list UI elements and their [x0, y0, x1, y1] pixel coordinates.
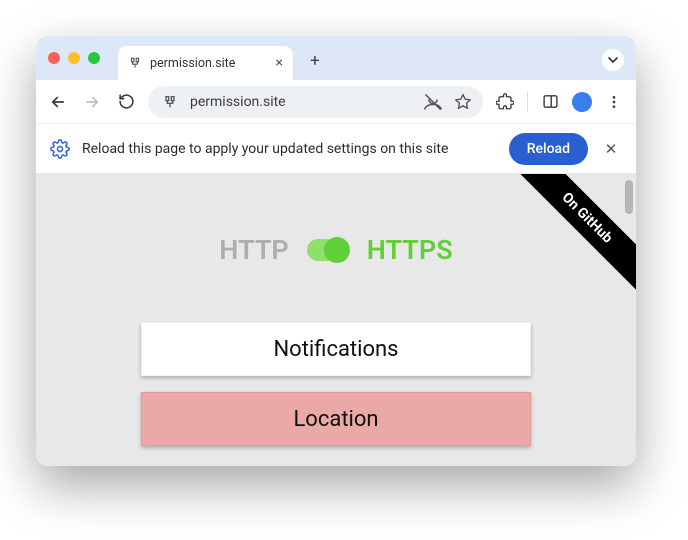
protocol-toggle: HTTP HTTPS	[36, 234, 636, 266]
titlebar: permission.site × +	[36, 36, 636, 80]
back-button[interactable]	[46, 90, 70, 114]
forward-button[interactable]	[80, 90, 104, 114]
browser-tab[interactable]: permission.site ×	[118, 46, 293, 80]
tab-title: permission.site	[150, 56, 235, 71]
profile-button[interactable]	[572, 92, 592, 112]
infobar-close-icon[interactable]: ✕	[600, 140, 622, 158]
window-controls	[48, 52, 100, 64]
menu-icon[interactable]	[602, 90, 626, 114]
toolbar: permission.site	[36, 80, 636, 124]
browser-window: permission.site × + permission.site	[36, 36, 636, 466]
bookmark-icon[interactable]	[451, 90, 475, 114]
infobar-reload-button[interactable]: Reload	[509, 133, 588, 165]
https-label: HTTPS	[367, 234, 453, 266]
address-bar[interactable]: permission.site	[148, 86, 483, 118]
toolbar-separator	[527, 92, 528, 112]
gear-icon	[50, 139, 70, 159]
url-text: permission.site	[190, 94, 413, 110]
scrollbar-thumb[interactable]	[625, 180, 633, 214]
page-content: On GitHub HTTP HTTPS Notifications Locat…	[36, 174, 636, 466]
infobar-message: Reload this page to apply your updated s…	[82, 141, 497, 157]
http-label: HTTP	[219, 234, 288, 266]
new-tab-button[interactable]: +	[301, 51, 329, 71]
close-window-icon[interactable]	[48, 52, 60, 64]
incognito-blocked-icon[interactable]	[421, 90, 445, 114]
site-settings-icon[interactable]	[158, 90, 182, 114]
tab-close-icon[interactable]: ×	[276, 56, 283, 70]
tabs-dropdown-button[interactable]	[602, 49, 624, 71]
protocol-switch[interactable]	[307, 239, 349, 261]
sidepanel-icon[interactable]	[538, 90, 562, 114]
settings-infobar: Reload this page to apply your updated s…	[36, 124, 636, 174]
location-button[interactable]: Location	[141, 392, 531, 446]
reload-button[interactable]	[114, 90, 138, 114]
notifications-button[interactable]: Notifications	[141, 322, 531, 376]
maximize-window-icon[interactable]	[88, 52, 100, 64]
minimize-window-icon[interactable]	[68, 52, 80, 64]
tab-favicon-icon	[128, 56, 142, 70]
extensions-icon[interactable]	[493, 90, 517, 114]
